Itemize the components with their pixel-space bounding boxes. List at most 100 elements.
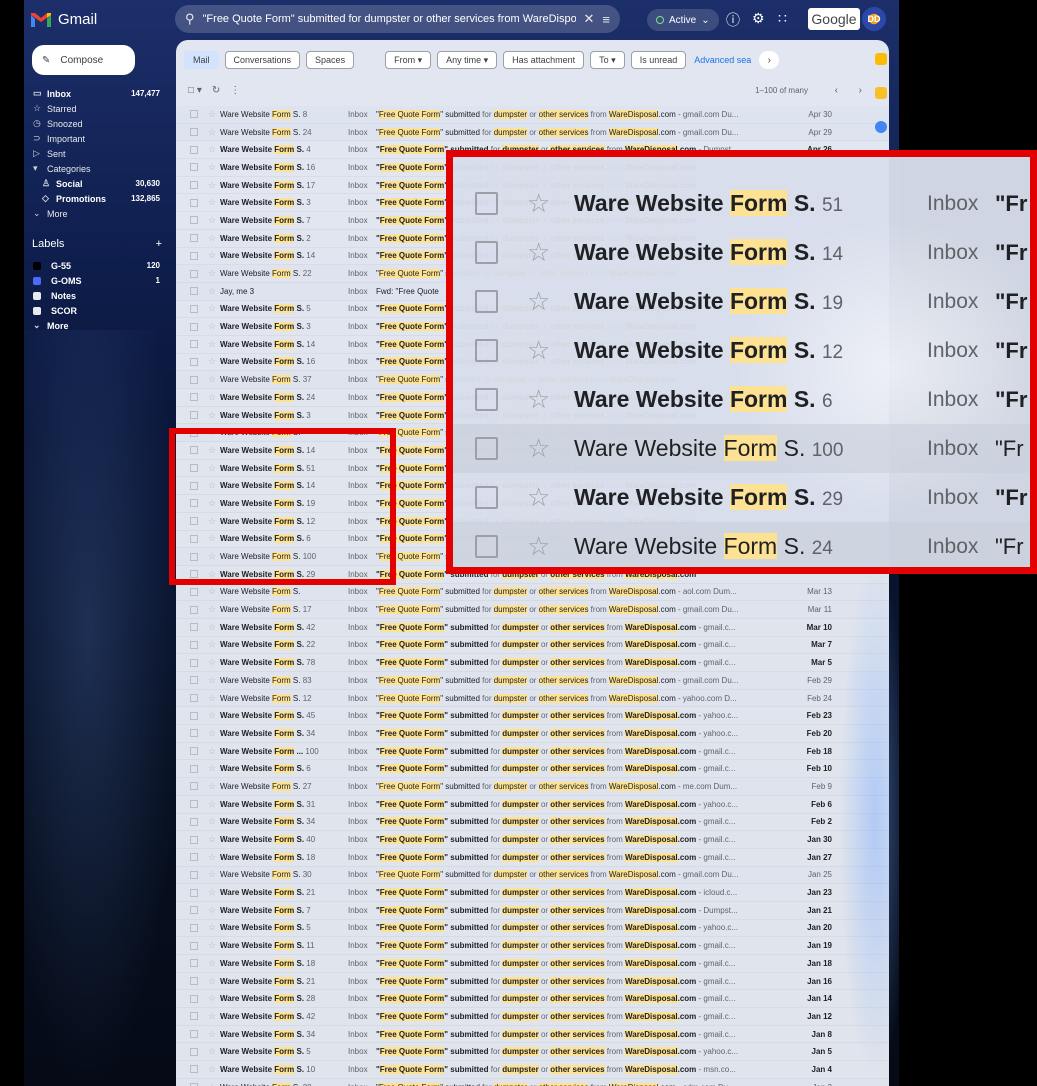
row-checkbox[interactable]	[190, 817, 198, 826]
star-icon[interactable]: ☆	[208, 834, 220, 845]
table-row[interactable]: ☆ Ware Website Form S. 7 Inbox "Free Quote …	[176, 902, 889, 920]
row-checkbox[interactable]	[190, 322, 198, 331]
row-checkbox[interactable]	[190, 835, 198, 844]
table-row[interactable]: ☆ Ware Website Form S. 30 Inbox "Free Quote…	[176, 866, 889, 885]
table-row[interactable]: ☆ Ware Website Form S. 34 Inbox "Free Quote…	[176, 1026, 889, 1044]
star-icon[interactable]: ☆	[208, 958, 220, 969]
filter-chip[interactable]: Any time ▾	[437, 51, 498, 69]
settings-icon[interactable]: ⚙	[752, 10, 765, 27]
row-checkbox[interactable]	[190, 870, 198, 879]
table-row[interactable]: ☆ Ware Website Form S. 12 Inbox "Free Quote…	[176, 689, 889, 708]
table-row[interactable]: ☆ Ware Website Form S. 24 Inbox "Free Quote…	[176, 123, 889, 142]
gmail-logo[interactable]: Gmail	[30, 11, 97, 28]
row-checkbox[interactable]	[190, 694, 198, 703]
search-bar[interactable]: ⚲ "Free Quote Form" submitted for dumpst…	[175, 5, 620, 33]
star-icon[interactable]: ☆	[208, 586, 220, 597]
table-row[interactable]: ☆ Ware Website Form S. 18 Inbox "Free Quote…	[176, 955, 889, 973]
row-checkbox[interactable]	[190, 287, 198, 296]
table-row[interactable]: ☆ Ware Website Form S. 34 Inbox "Free Quote…	[176, 814, 889, 832]
row-checkbox[interactable]	[190, 605, 198, 614]
sidebar-item-categories[interactable]: ▾ Categories	[24, 161, 174, 176]
label-item-more[interactable]: ⌄ More	[24, 318, 174, 333]
star-icon[interactable]: ☆	[208, 268, 220, 279]
table-row[interactable]: ☆ Ware Website Form S. 5 Inbox "Free Quote …	[176, 1043, 889, 1062]
star-icon[interactable]: ☆	[208, 657, 220, 668]
sidebar-item-social[interactable]: ♙ Social 30,630	[24, 176, 174, 191]
row-checkbox[interactable]	[190, 163, 198, 172]
row-checkbox[interactable]	[475, 437, 498, 460]
star-icon[interactable]: ☆	[208, 869, 220, 880]
star-icon[interactable]: ☆	[208, 127, 220, 138]
star-icon[interactable]: ☆	[208, 410, 220, 421]
row-checkbox[interactable]	[190, 977, 198, 986]
tune-icon[interactable]: ≡	[602, 12, 610, 27]
filter-chip[interactable]: To ▾	[590, 51, 625, 69]
star-icon[interactable]: ☆	[208, 162, 220, 173]
star-icon[interactable]: ☆	[208, 940, 220, 951]
table-row[interactable]: ☆ Ware Website Form S. 21 Inbox "Free Quote…	[176, 884, 889, 902]
star-icon[interactable]: ☆	[208, 639, 220, 650]
label-item-g-oms[interactable]: G-OMS 1	[24, 273, 174, 288]
avatar[interactable]: DD	[862, 7, 886, 31]
row-checkbox[interactable]	[190, 251, 198, 260]
star-icon[interactable]: ☆	[527, 482, 550, 513]
star-icon[interactable]: ☆	[208, 215, 220, 226]
row-checkbox[interactable]	[190, 640, 198, 649]
row-checkbox[interactable]	[190, 941, 198, 950]
chevron-right-icon[interactable]: ›	[759, 51, 780, 69]
row-checkbox[interactable]	[475, 339, 498, 362]
table-row[interactable]: ☆ Ware Website Form S. 83 Inbox "Free Quote…	[176, 672, 889, 690]
row-checkbox[interactable]	[190, 959, 198, 968]
table-row[interactable]: ☆Ware Website Form S. 28Inbox"Free Quote…	[176, 990, 889, 1009]
table-row[interactable]: ☆ Ware Website Form S. 18 Inbox "Free Quote…	[176, 849, 889, 867]
star-icon[interactable]: ☆	[527, 286, 550, 317]
row-checkbox[interactable]	[190, 587, 198, 596]
tab-spaces[interactable]: Spaces	[306, 51, 355, 69]
table-row[interactable]: ☆ Ware Website Form S. 27 Inbox "Free Quote…	[176, 778, 889, 796]
close-icon[interactable]: ✕	[584, 11, 595, 27]
row-checkbox[interactable]	[190, 128, 198, 137]
filter-chip[interactable]: From ▾	[385, 51, 432, 69]
star-icon[interactable]: ☆	[527, 335, 550, 366]
table-row[interactable]: ☆Ware Website Form S. 28Inbox"Free Quote…	[176, 1078, 889, 1086]
tasks-icon[interactable]	[875, 121, 887, 133]
star-icon[interactable]: ☆	[208, 197, 220, 208]
row-checkbox[interactable]	[190, 1065, 198, 1074]
star-icon[interactable]: ☆	[208, 286, 220, 297]
row-checkbox[interactable]	[190, 110, 198, 119]
row-checkbox[interactable]	[190, 357, 198, 366]
star-icon[interactable]: ☆	[208, 604, 220, 615]
table-row[interactable]: ☆ Ware Website Form S. 42 Inbox "Free Quote…	[176, 619, 889, 637]
row-checkbox[interactable]	[190, 764, 198, 773]
more-vert-icon[interactable]: ⋮	[230, 85, 240, 96]
table-row[interactable]: ☆ Ware Website Form S. 78 Inbox "Free Quote…	[176, 654, 889, 672]
star-icon[interactable]: ☆	[208, 144, 220, 155]
filter-chip[interactable]: Is unread	[630, 51, 687, 69]
sidebar-item-important[interactable]: ⊃ Important	[24, 131, 174, 146]
star-icon[interactable]: ☆	[208, 852, 220, 863]
row-checkbox[interactable]	[190, 411, 198, 420]
row-checkbox[interactable]	[190, 800, 198, 809]
next-page-icon[interactable]: ›	[859, 85, 862, 96]
star-icon[interactable]: ☆	[208, 339, 220, 350]
refresh-icon[interactable]: ↻	[212, 85, 220, 96]
table-row[interactable]: ☆ Ware Website Form S. 31 Inbox "Free Quote…	[176, 796, 889, 814]
table-row[interactable]: ☆ Ware Website Form ... 100 Inbox "Free Quo…	[176, 743, 889, 761]
star-icon[interactable]: ☆	[208, 1064, 220, 1075]
star-icon[interactable]: ☆	[527, 188, 550, 219]
row-checkbox[interactable]	[190, 782, 198, 791]
row-checkbox[interactable]	[190, 269, 198, 278]
star-icon[interactable]: ☆	[208, 905, 220, 916]
filter-chip[interactable]: Has attachment	[503, 51, 585, 69]
row-checkbox[interactable]	[190, 888, 198, 897]
sidebar-item-promotions[interactable]: ◇ Promotions 132,865	[24, 191, 174, 206]
star-icon[interactable]: ☆	[208, 728, 220, 739]
row-checkbox[interactable]	[190, 729, 198, 738]
star-icon[interactable]: ☆	[208, 816, 220, 827]
table-row[interactable]: ☆ Ware Website Form S. Inbox "Free Quote F…	[176, 583, 889, 602]
row-checkbox[interactable]	[190, 623, 198, 632]
star-icon[interactable]: ☆	[208, 922, 220, 933]
star-icon[interactable]: ☆	[527, 237, 550, 268]
row-checkbox[interactable]	[190, 234, 198, 243]
help-icon[interactable]: ⓘ	[726, 10, 740, 30]
